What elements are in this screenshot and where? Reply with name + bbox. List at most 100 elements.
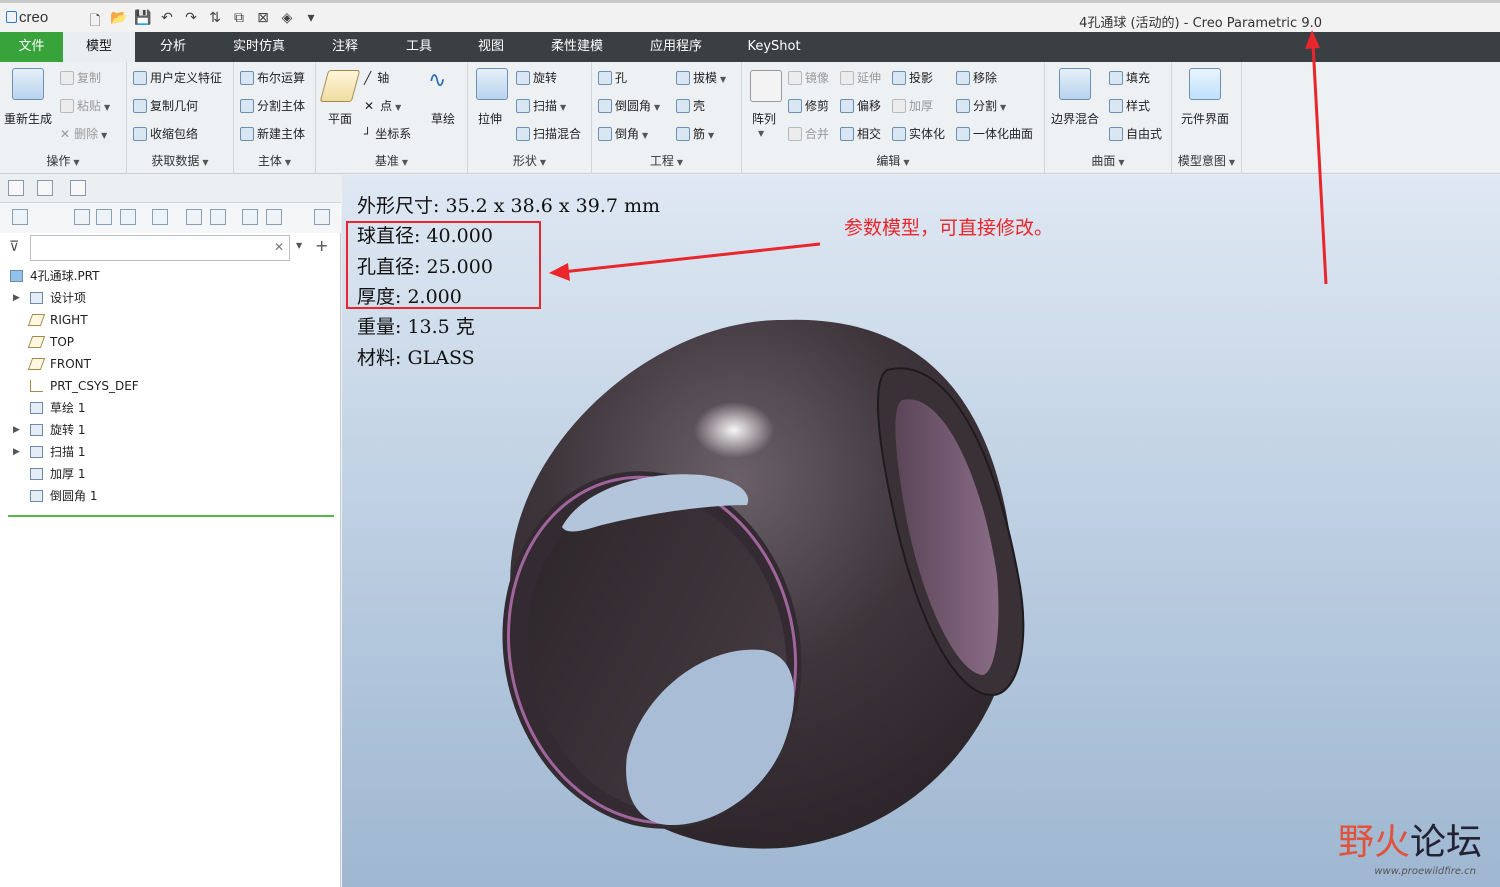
swept-blend-button[interactable]: 扫描混合 bbox=[516, 125, 581, 142]
solidify-button[interactable]: 实体化 bbox=[892, 125, 945, 142]
tree-columns-icon[interactable] bbox=[96, 209, 112, 225]
expand-icon[interactable]: ▶ bbox=[13, 287, 20, 309]
boolean-button[interactable]: 布尔运算 bbox=[240, 69, 305, 86]
merge-button[interactable]: 合并 bbox=[788, 125, 829, 142]
trim-button[interactable]: 修剪 bbox=[788, 97, 829, 114]
add-filter-icon[interactable]: + bbox=[315, 236, 328, 255]
copy-geometry-button[interactable]: 复制几何 bbox=[133, 97, 198, 114]
tree-table-icon[interactable] bbox=[210, 209, 226, 225]
fill-button[interactable]: 填充 bbox=[1109, 69, 1150, 86]
windows-icon[interactable]: ⧉ bbox=[230, 10, 248, 34]
sweep-button[interactable]: 扫描 ▼ bbox=[516, 97, 566, 114]
offset-button[interactable]: 偏移 bbox=[840, 97, 881, 114]
tab-view[interactable]: 视图 bbox=[456, 32, 526, 62]
axis-button[interactable]: ╱ 轴 bbox=[364, 69, 389, 86]
tree-item-top[interactable]: TOP bbox=[0, 331, 341, 353]
group-label-datum[interactable]: 基准 ▼ bbox=[316, 152, 467, 169]
tree-list-icon[interactable] bbox=[74, 209, 90, 225]
group-label-operations[interactable]: 操作 ▼ bbox=[0, 152, 126, 169]
group-label-surfaces[interactable]: 曲面 ▼ bbox=[1045, 152, 1171, 169]
expand-icon[interactable]: ▶ bbox=[13, 419, 20, 441]
split-body-button[interactable]: 分割主体 bbox=[240, 97, 305, 114]
save-icon[interactable]: 💾 bbox=[134, 10, 152, 34]
note-icon[interactable] bbox=[314, 209, 330, 225]
point-button[interactable]: ✕ 点 ▼ bbox=[364, 97, 401, 114]
extend-button[interactable]: 延伸 bbox=[840, 69, 881, 86]
graphics-window[interactable]: 外形尺寸: 35.2 x 38.6 x 39.7 mm 球直径: 40.000 … bbox=[342, 175, 1500, 887]
chamfer-button[interactable]: 倒角 ▼ bbox=[598, 125, 648, 142]
customize-toolbar-icon[interactable]: ▾ bbox=[302, 10, 320, 34]
remove-button[interactable]: 移除 bbox=[956, 69, 997, 86]
redo-icon[interactable]: ↷ bbox=[182, 10, 200, 34]
tab-model[interactable]: 模型 bbox=[63, 32, 135, 62]
paste-button[interactable]: 粘贴 ▼ bbox=[60, 97, 110, 114]
boundary-blend-button[interactable]: 边界混合 bbox=[1051, 110, 1099, 127]
pattern-button[interactable]: 阵列 bbox=[752, 110, 776, 127]
tab-tools[interactable]: 工具 bbox=[384, 32, 454, 62]
thicken-button[interactable]: 加厚 bbox=[892, 97, 933, 114]
tree-item-sweep[interactable]: ▶ 扫描 1 bbox=[0, 441, 341, 463]
tree-item-csys[interactable]: PRT_CSYS_DEF bbox=[0, 375, 341, 397]
component-interface-icon[interactable] bbox=[1189, 68, 1221, 100]
clear-search-icon[interactable]: ✕ bbox=[274, 240, 284, 254]
pattern-icon[interactable] bbox=[750, 70, 782, 102]
tree-item-thicken[interactable]: 加厚 1 bbox=[0, 463, 341, 485]
regenerate-icon[interactable] bbox=[12, 68, 44, 100]
undo-icon[interactable]: ↶ bbox=[158, 10, 176, 34]
new-body-button[interactable]: 新建主体 bbox=[240, 125, 305, 142]
tab-annotate[interactable]: 注释 bbox=[310, 32, 380, 62]
draft-button[interactable]: 拔模 ▼ bbox=[676, 69, 726, 86]
split-surface-button[interactable]: 分割 ▼ bbox=[956, 97, 1006, 114]
expand-icon[interactable]: ▶ bbox=[13, 441, 20, 463]
project-button[interactable]: 投影 bbox=[892, 69, 933, 86]
extrude-button[interactable]: 拉伸 bbox=[478, 110, 502, 127]
hole-button[interactable]: 孔 bbox=[598, 69, 627, 86]
group-label-body[interactable]: 主体 ▼ bbox=[234, 152, 315, 169]
plane-button[interactable]: 平面 bbox=[328, 110, 352, 127]
unify-surface-button[interactable]: 一体化曲面 bbox=[956, 125, 1033, 142]
keyshot-icon[interactable]: ◈ bbox=[278, 10, 296, 34]
csys-button[interactable]: ┘ 坐标系 bbox=[364, 125, 411, 142]
view-cube-icon[interactable] bbox=[12, 209, 28, 225]
tab-applications[interactable]: 应用程序 bbox=[636, 32, 716, 62]
new-file-icon[interactable]: 🗋 bbox=[86, 10, 104, 34]
show-icon[interactable] bbox=[186, 209, 202, 225]
tree-item-front[interactable]: FRONT bbox=[0, 353, 341, 375]
group-label-engineering[interactable]: 工程 ▼ bbox=[592, 152, 741, 169]
tree-search-input[interactable]: ✕ bbox=[30, 235, 290, 261]
layer-icon[interactable] bbox=[242, 209, 258, 225]
insert-here-marker[interactable] bbox=[8, 515, 334, 517]
revolve-button[interactable]: 旋转 bbox=[516, 69, 557, 86]
mirror-button[interactable]: 镜像 bbox=[788, 69, 829, 86]
freestyle-button[interactable]: 自由式 bbox=[1109, 125, 1162, 142]
tree-item-round[interactable]: 倒圆角 1 bbox=[0, 485, 341, 507]
group-label-get-data[interactable]: 获取数据 ▼ bbox=[127, 152, 233, 169]
close-window-icon[interactable]: ⊠ bbox=[254, 10, 272, 34]
tree-settings-icon[interactable] bbox=[120, 209, 136, 225]
tree-root[interactable]: 4孔通球.PRT bbox=[0, 265, 341, 287]
plane-icon[interactable] bbox=[319, 70, 361, 102]
shell-button[interactable]: 壳 bbox=[676, 97, 705, 114]
group-label-editing[interactable]: 编辑 ▼ bbox=[742, 152, 1044, 169]
component-interface-button[interactable]: 元件界面 bbox=[1181, 110, 1229, 127]
stack-icon[interactable] bbox=[266, 209, 282, 225]
delete-button[interactable]: ✕ 删除 ▼ bbox=[60, 125, 107, 142]
sketch-icon[interactable]: ∿ bbox=[428, 68, 446, 93]
favorites-tab-icon[interactable] bbox=[70, 180, 86, 196]
tab-flexible-modeling[interactable]: 柔性建模 bbox=[538, 32, 616, 62]
boundary-blend-icon[interactable] bbox=[1059, 68, 1091, 100]
folder-browser-tab-icon[interactable] bbox=[37, 180, 53, 196]
tree-item-design-items[interactable]: ▶ 设计项 bbox=[0, 287, 341, 309]
tab-keyshot[interactable]: KeyShot bbox=[736, 32, 812, 62]
open-folder-icon[interactable]: 📂 bbox=[110, 10, 128, 34]
udf-button[interactable]: 用户定义特征 bbox=[133, 69, 222, 86]
model-tree-tab-icon[interactable] bbox=[8, 180, 24, 196]
rib-button[interactable]: 筋 ▼ bbox=[676, 125, 714, 142]
extrude-icon[interactable] bbox=[476, 68, 508, 100]
style-button[interactable]: 样式 bbox=[1109, 97, 1150, 114]
tab-analysis[interactable]: 分析 bbox=[138, 32, 208, 62]
shrinkwrap-button[interactable]: 收缩包络 bbox=[133, 125, 198, 142]
tree-item-sketch[interactable]: 草绘 1 bbox=[0, 397, 341, 419]
tab-live-simulation[interactable]: 实时仿真 bbox=[218, 32, 300, 62]
group-label-model-intent[interactable]: 模型意图 ▼ bbox=[1172, 152, 1241, 169]
